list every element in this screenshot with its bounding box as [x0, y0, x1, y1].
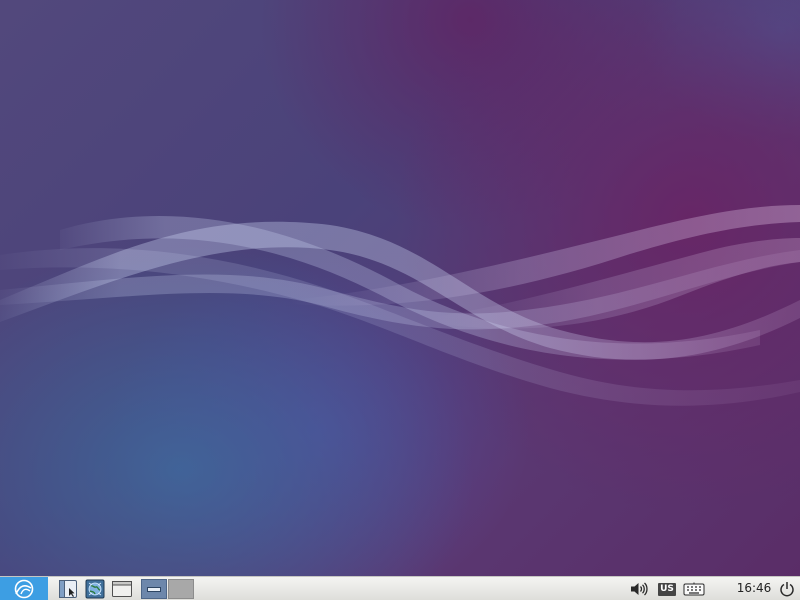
window-icon	[112, 581, 132, 597]
onscreen-keyboard-button[interactable]	[682, 578, 706, 600]
show-desktop-launcher[interactable]	[111, 578, 133, 600]
start-menu-button[interactable]	[0, 577, 48, 600]
keyboard-layout-label: US	[658, 582, 676, 596]
active-window-indicator	[147, 586, 161, 592]
browser-icon	[85, 579, 105, 599]
power-button[interactable]	[776, 578, 798, 600]
file-manager-launcher[interactable]	[57, 578, 79, 600]
taskbar: US 16:46	[0, 576, 800, 600]
power-icon	[780, 582, 794, 597]
lubuntu-logo-icon	[14, 579, 34, 598]
keyboard-layout-indicator[interactable]: US	[655, 578, 679, 600]
desktop-background[interactable]	[0, 0, 800, 576]
file-manager-icon	[59, 580, 77, 598]
wallpaper-waves	[0, 205, 800, 406]
keyboard-icon	[683, 582, 705, 596]
speaker-icon	[631, 582, 648, 596]
workspace-2-button[interactable]	[168, 579, 194, 599]
workspace-1-button[interactable]	[141, 579, 167, 599]
web-browser-launcher[interactable]	[84, 578, 106, 600]
clock[interactable]: 16:46	[730, 577, 778, 600]
volume-control[interactable]	[628, 578, 650, 600]
